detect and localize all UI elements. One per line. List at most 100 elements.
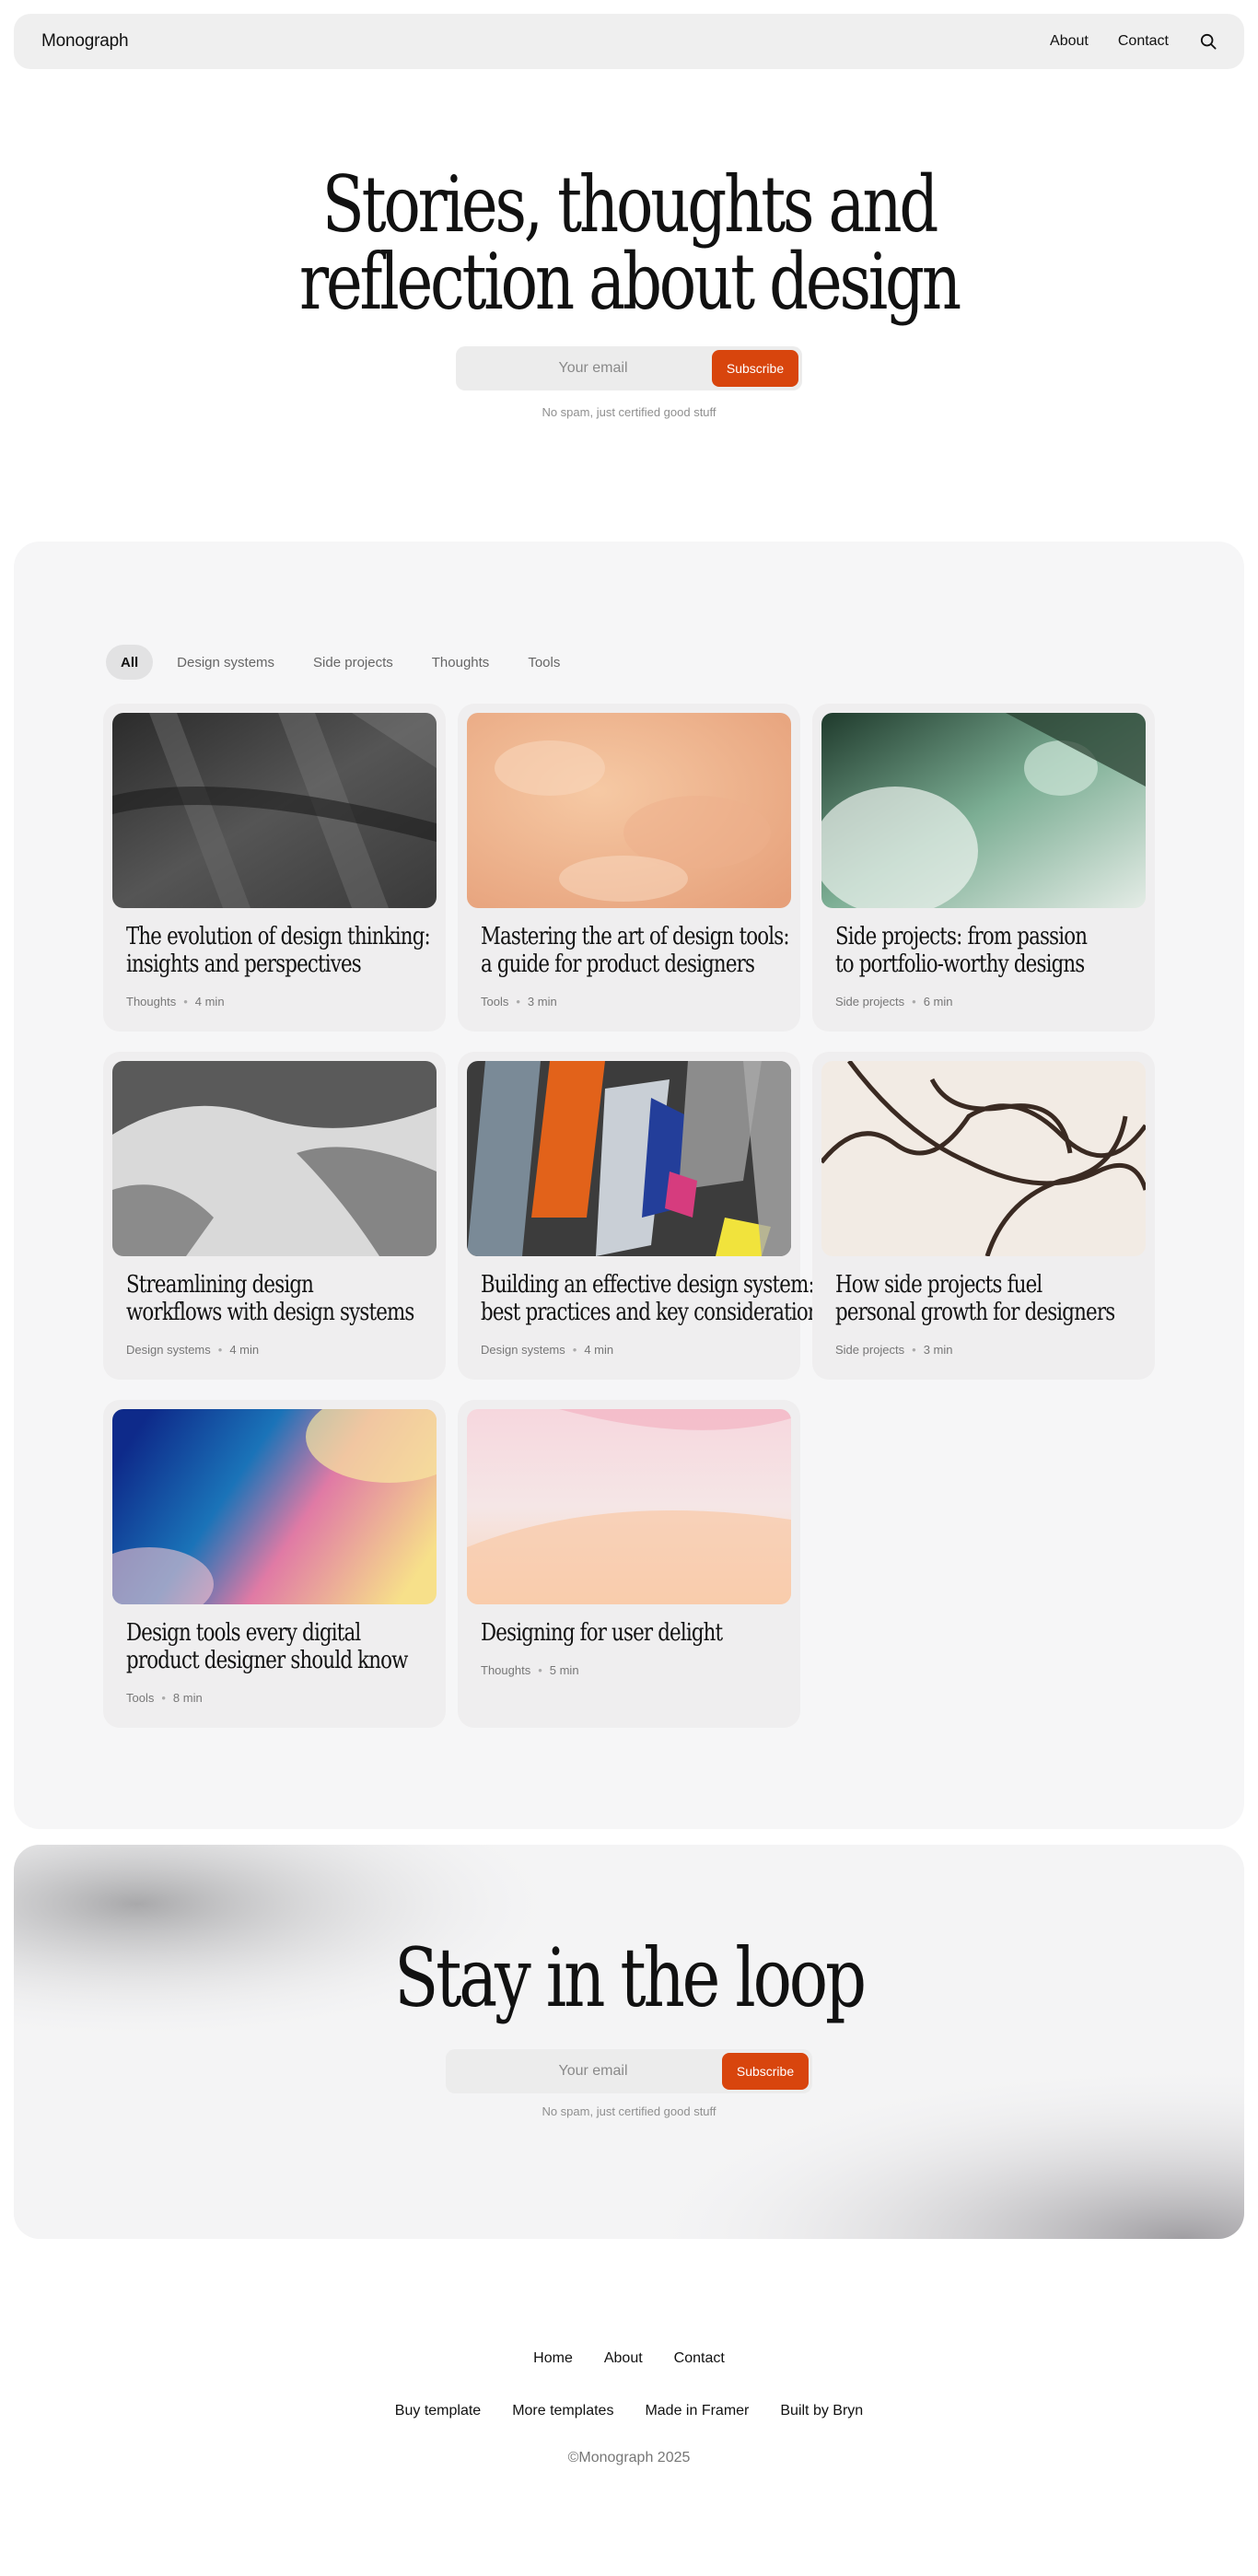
copyright-text: ©Monograph 2025 xyxy=(567,2450,691,2465)
category-filters: All Design systems Side projects Thought… xyxy=(106,645,575,680)
article-title: Side projects: from passion to portfolio… xyxy=(835,923,1088,978)
article-title: Building an effective design system: bes… xyxy=(481,1271,830,1326)
footer-link-made-in-framer[interactable]: Made in Framer xyxy=(645,2403,749,2419)
meta-separator: • xyxy=(912,995,916,1008)
article-read-time: 6 min xyxy=(923,995,953,1008)
article-card[interactable]: Designing for user delight Thoughts • 5 … xyxy=(458,1400,800,1728)
article-category: Tools xyxy=(481,995,509,1008)
newsletter-section: Stay in the loop Your email Subscribe No… xyxy=(14,1845,1244,2239)
article-category: Design systems xyxy=(126,1343,211,1357)
article-thumbnail xyxy=(112,713,437,908)
hero-title-line-2: reflection about design xyxy=(299,237,961,327)
filter-chip-side-projects[interactable]: Side projects xyxy=(298,645,408,680)
article-thumbnail xyxy=(467,713,791,908)
footer-link-buy-template[interactable]: Buy template xyxy=(395,2403,481,2419)
subscribe-note: No spam, just certified good stuff xyxy=(542,405,716,419)
article-category: Design systems xyxy=(481,1343,565,1357)
article-title-line-2: to portfolio-worthy designs xyxy=(835,950,1085,978)
article-thumbnail xyxy=(821,1061,1146,1256)
meta-separator: • xyxy=(161,1691,166,1705)
subscribe-form: Your email Subscribe xyxy=(456,346,802,390)
article-title-line-1: Mastering the art of design tools: xyxy=(481,923,790,950)
nav-link-about[interactable]: About xyxy=(1050,33,1089,50)
article-thumbnail xyxy=(821,713,1146,908)
article-card[interactable]: The evolution of design thinking: insigh… xyxy=(103,704,446,1032)
article-meta: Thoughts • 4 min xyxy=(126,995,225,1008)
article-read-time: 4 min xyxy=(229,1343,260,1357)
article-category: Thoughts xyxy=(126,995,177,1008)
article-read-time: 4 min xyxy=(584,1343,614,1357)
email-input[interactable]: Your email xyxy=(474,360,712,377)
meta-separator: • xyxy=(217,1343,223,1357)
article-title-line-2: product designer should know xyxy=(126,1647,408,1674)
article-category: Thoughts xyxy=(481,1663,531,1677)
article-meta: Tools • 8 min xyxy=(126,1691,203,1705)
meta-separator: • xyxy=(516,995,520,1008)
article-title-line-1: The evolution of design thinking: xyxy=(126,923,431,950)
filter-chip-design-systems[interactable]: Design systems xyxy=(162,645,289,680)
meta-separator: • xyxy=(572,1343,577,1357)
article-title-line-2: insights and perspectives xyxy=(126,950,362,978)
newsletter-title: Stay in the loop xyxy=(394,1930,867,2025)
article-card[interactable]: How side projects fuel personal growth f… xyxy=(812,1052,1155,1380)
meta-separator: • xyxy=(912,1343,916,1357)
newsletter-note: No spam, just certified good stuff xyxy=(542,2104,716,2118)
article-title: How side projects fuel personal growth f… xyxy=(835,1271,1115,1326)
footer-secondary-links: Buy template More templates Made in Fram… xyxy=(0,2403,1258,2419)
article-read-time: 4 min xyxy=(194,995,225,1008)
filter-chip-tools[interactable]: Tools xyxy=(513,645,575,680)
article-card[interactable]: Building an effective design system: bes… xyxy=(458,1052,830,1380)
article-thumbnail xyxy=(467,1409,791,1604)
article-category: Side projects xyxy=(835,1343,905,1357)
article-card[interactable]: Mastering the art of design tools: a gui… xyxy=(458,704,800,1032)
article-meta: Design systems • 4 min xyxy=(481,1343,613,1357)
nav-links: About Contact xyxy=(1050,33,1217,50)
article-title: Mastering the art of design tools: a gui… xyxy=(481,923,790,978)
newsletter-content: Stay in the loop Your email Subscribe No… xyxy=(14,1930,1244,2119)
footer-primary-links: Home About Contact xyxy=(0,2350,1258,2367)
brand-logo[interactable]: Monograph xyxy=(41,31,129,52)
footer-link-contact[interactable]: Contact xyxy=(674,2350,725,2367)
article-title-line-1: Designing for user delight xyxy=(481,1619,723,1647)
article-meta: Side projects • 6 min xyxy=(835,995,953,1008)
article-title-line-2: workflows with design systems xyxy=(126,1299,414,1326)
meta-separator: • xyxy=(183,995,188,1008)
article-meta: Design systems • 4 min xyxy=(126,1343,259,1357)
article-thumbnail xyxy=(467,1061,791,1256)
article-title-line-1: Streamlining design xyxy=(126,1271,314,1299)
article-card[interactable]: Side projects: from passion to portfolio… xyxy=(812,704,1155,1032)
article-title: Design tools every digital product desig… xyxy=(126,1619,408,1674)
article-card[interactable]: Design tools every digital product desig… xyxy=(103,1400,446,1728)
article-read-time: 3 min xyxy=(527,995,557,1008)
article-card[interactable]: Streamlining design workflows with desig… xyxy=(103,1052,446,1380)
article-read-time: 5 min xyxy=(549,1663,579,1677)
article-read-time: 8 min xyxy=(172,1691,203,1705)
nav-link-contact[interactable]: Contact xyxy=(1118,33,1169,50)
hero-section: Stories, thoughts and reflection about d… xyxy=(0,166,1258,419)
newsletter-email-input[interactable]: Your email xyxy=(464,2063,722,2080)
footer-link-built-by-bryn[interactable]: Built by Bryn xyxy=(780,2403,863,2419)
article-title: Streamlining design workflows with desig… xyxy=(126,1271,414,1326)
article-title: Designing for user delight xyxy=(481,1619,723,1647)
article-title-line-1: Building an effective design system: xyxy=(481,1271,815,1299)
article-title-line-2: a guide for product designers xyxy=(481,950,755,978)
filter-chip-thoughts[interactable]: Thoughts xyxy=(417,645,505,680)
article-title: The evolution of design thinking: insigh… xyxy=(126,923,431,978)
filter-chip-all[interactable]: All xyxy=(106,645,154,680)
footer-link-home[interactable]: Home xyxy=(533,2350,573,2367)
article-category: Side projects xyxy=(835,995,905,1008)
search-icon[interactable] xyxy=(1200,33,1217,50)
article-meta: Tools • 3 min xyxy=(481,995,557,1008)
meta-separator: • xyxy=(538,1663,542,1677)
newsletter-subscribe-button[interactable]: Subscribe xyxy=(722,2053,809,2090)
hero-title: Stories, thoughts and reflection about d… xyxy=(126,166,1133,321)
article-thumbnail xyxy=(112,1409,437,1604)
footer-link-more-templates[interactable]: More templates xyxy=(512,2403,613,2419)
article-meta: Side projects • 3 min xyxy=(835,1343,953,1357)
subscribe-button[interactable]: Subscribe xyxy=(712,350,798,387)
article-category: Tools xyxy=(126,1691,155,1705)
article-thumbnail xyxy=(112,1061,437,1256)
footer-link-about[interactable]: About xyxy=(604,2350,643,2367)
top-navbar: Monograph About Contact xyxy=(14,14,1244,69)
newsletter-form: Your email Subscribe xyxy=(446,2049,812,2093)
